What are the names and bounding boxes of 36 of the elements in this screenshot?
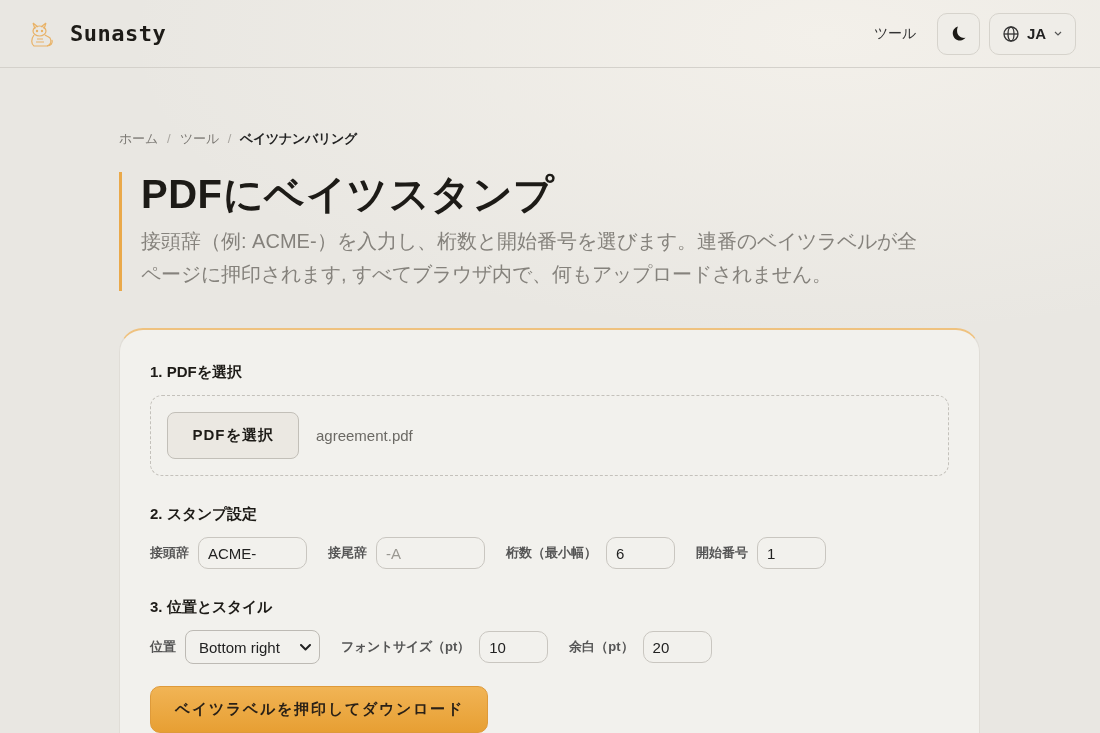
stamp-download-button[interactable]: ベイツラベルを押印してダウンロード xyxy=(150,686,488,733)
brand-name: Sunasty xyxy=(70,21,167,46)
section-heading: 3. 位置とスタイル xyxy=(150,597,273,617)
moon-icon xyxy=(951,26,966,41)
section-heading: 1. PDFを選択 xyxy=(150,362,243,382)
field-label: 接頭辞 xyxy=(150,544,189,562)
choose-file-button[interactable]: PDFを選択 xyxy=(167,412,299,459)
nav-link[interactable]: ツール xyxy=(874,24,916,43)
breadcrumb-separator: / xyxy=(167,130,171,148)
field-label: 接尾辞 xyxy=(328,544,367,562)
file-dropzone[interactable]: PDFを選択 agreement.pdf xyxy=(150,395,949,476)
input-field[interactable]: -A xyxy=(376,537,485,569)
breadcrumb-separator: / xyxy=(227,130,232,148)
theme-toggle-button[interactable] xyxy=(937,12,980,55)
language-button[interactable]: JA xyxy=(989,12,1076,55)
input-field[interactable]: 1 xyxy=(757,537,826,569)
input-field[interactable]: 10 xyxy=(479,631,549,663)
select-field[interactable]: Bottom right xyxy=(185,630,320,664)
breadcrumb-item[interactable]: ホーム xyxy=(119,130,158,148)
file-name: agreement.pdf xyxy=(316,427,413,444)
section-heading: 2. スタンプ設定 xyxy=(150,504,258,524)
field-label: 開始番号 xyxy=(696,544,748,562)
field-label: 位置 xyxy=(150,638,176,656)
input-field[interactable]: ACME- xyxy=(198,537,307,569)
page-description: 接頭辞（例: ACME-）を入力し、桁数と開始番号を選びます。連番のベイツラベルが全ページに押印されます, すべてブラウザ内で、何もアップロードされません。 xyxy=(141,229,918,287)
globe-icon xyxy=(1002,25,1019,42)
page-title: PDFにベイツスタンプ xyxy=(141,172,556,216)
field-label: 桁数（最小幅） xyxy=(506,544,597,562)
breadcrumb-item: ベイツナンバリング xyxy=(240,130,358,148)
input-field[interactable]: 6 xyxy=(606,537,675,569)
chevron-down-icon xyxy=(300,643,311,651)
field-label: 余白（pt） xyxy=(569,638,634,656)
field-label: フォントサイズ（pt） xyxy=(341,638,471,656)
chevron-down-icon xyxy=(1054,31,1063,36)
breadcrumb-item[interactable]: ツール xyxy=(179,130,219,148)
input-field[interactable]: 20 xyxy=(642,631,712,663)
